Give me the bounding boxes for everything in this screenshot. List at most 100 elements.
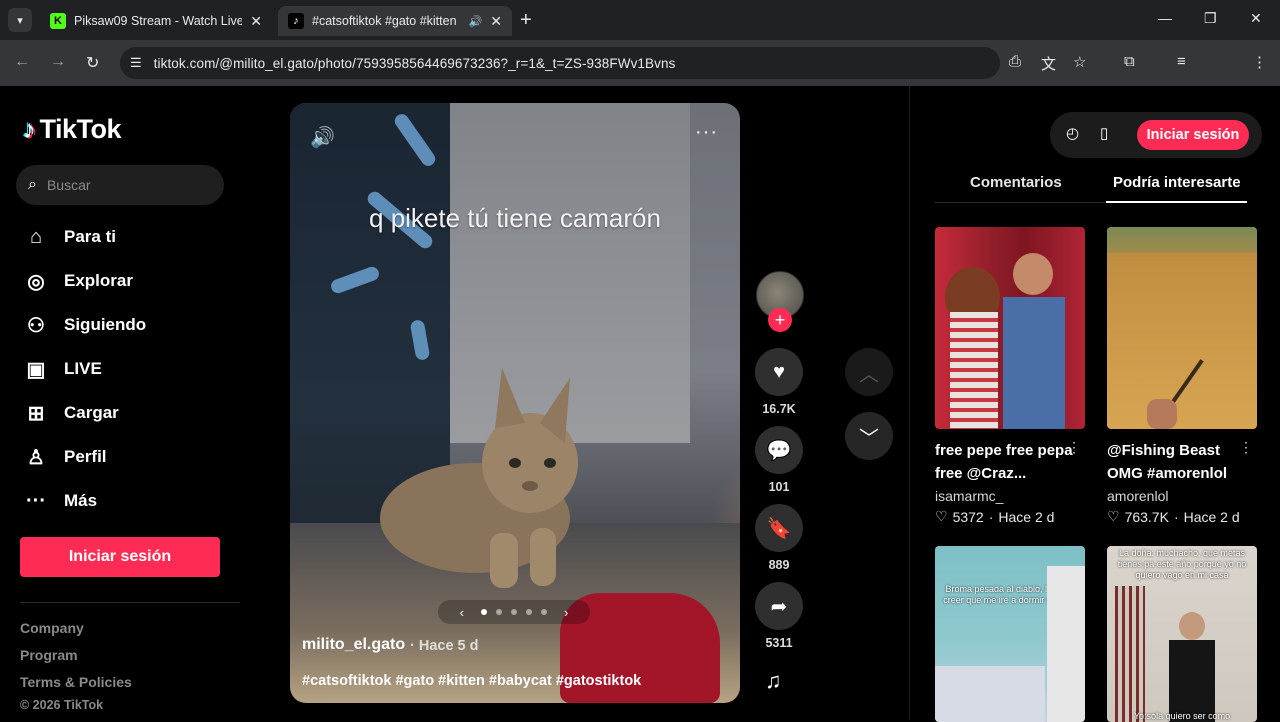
back-icon[interactable]: ← <box>14 53 30 71</box>
nav-item-siguiendo[interactable]: ⚇ Siguiendo <box>22 307 146 343</box>
card-more-icon[interactable]: ⋮ <box>1239 439 1253 456</box>
slide-dot[interactable] <box>526 609 532 615</box>
video-thumbnail[interactable]: Broma pesada al diablo, le hago creer qu… <box>935 546 1085 722</box>
save-count: 889 <box>768 558 790 572</box>
new-tab-icon[interactable]: + <box>520 9 532 32</box>
tab-search-icon[interactable]: ▾ <box>8 8 32 32</box>
nav-item-cargar[interactable]: ⊞ Cargar <box>22 395 119 431</box>
post-hashtags[interactable]: #catsoftiktok #gato #kitten #babycat #ga… <box>302 673 641 689</box>
tab-title: Piksaw09 Stream - Watch Live o <box>74 14 243 28</box>
bookmark-star-icon[interactable]: ☆ <box>1073 53 1086 71</box>
prev-slide-icon[interactable]: ‹ <box>460 605 464 620</box>
footer-link-program[interactable]: Program <box>20 647 78 663</box>
card-username[interactable]: isamarmc_ <box>935 488 1085 504</box>
restore-icon[interactable]: ❐ <box>1204 10 1217 27</box>
top-actions-pill: ◴ ▯ Iniciar sesión <box>1050 112 1262 158</box>
post-media[interactable]: q pikete tú tiene camarón 🔊 ··· ‹ › mili… <box>290 103 740 703</box>
copyright-text: © 2026 TikTok <box>20 698 104 712</box>
translate-icon[interactable]: 文 <box>1041 53 1056 74</box>
search-input[interactable] <box>46 177 197 193</box>
video-thumbnail[interactable] <box>1107 227 1257 429</box>
like-count: 16.7K <box>762 402 796 416</box>
like-button[interactable]: ♥ <box>755 348 803 396</box>
browser-menu-icon[interactable]: ⋮ <box>1252 53 1267 71</box>
follow-plus-icon[interactable]: + <box>768 308 792 332</box>
tab-podria-interesarte[interactable]: Podría interesarte <box>1113 174 1241 191</box>
search-box[interactable]: ⌕ <box>16 165 224 205</box>
next-post-button[interactable]: ﹀ <box>845 412 893 460</box>
volume-icon[interactable]: 🔊 <box>310 125 335 150</box>
slide-dot[interactable] <box>481 609 487 615</box>
nav-label: Explorar <box>64 271 133 290</box>
login-button-top[interactable]: Iniciar sesión <box>1137 120 1249 150</box>
minimize-icon[interactable]: — <box>1158 10 1172 26</box>
nav-item-explorar[interactable]: ◎ Explorar <box>22 263 133 299</box>
card-title[interactable]: @Fishing Beast OMG #amorenlol <box>1107 439 1247 485</box>
forward-icon[interactable]: → <box>50 53 66 71</box>
sound-disc-icon[interactable]: ♫ <box>765 668 782 694</box>
suggested-video-card[interactable]: Broma pesada al diablo, le hago creer qu… <box>935 546 1085 722</box>
login-button[interactable]: Iniciar sesión <box>20 537 220 577</box>
footer-link-company[interactable]: Company <box>20 620 84 636</box>
share-button[interactable]: ➦ <box>755 582 803 630</box>
browser-tab-tiktok[interactable]: ♪ #catsoftiktok #gato #kitten 🔊 ✕ <box>278 6 512 36</box>
save-button[interactable]: 🔖 <box>755 504 803 552</box>
post-author[interactable]: milito_el.gato <box>302 636 405 654</box>
extensions-icon[interactable]: ⧉ <box>1124 53 1135 70</box>
suggested-video-card[interactable]: free pepe free pepa free @Craz... ⋮ isam… <box>935 227 1085 525</box>
nav-item-live[interactable]: ▣ LIVE <box>22 351 102 387</box>
card-username[interactable]: amorenlol <box>1107 488 1257 504</box>
close-tab-icon[interactable]: ✕ <box>490 13 502 30</box>
site-info-icon[interactable]: ☰ <box>130 55 142 71</box>
footer-link-terms[interactable]: Terms & Policies <box>20 674 132 690</box>
following-icon: ⚇ <box>27 314 45 337</box>
slide-dot[interactable] <box>541 609 547 615</box>
tab-comentarios[interactable]: Comentarios <box>970 174 1062 191</box>
next-slide-icon[interactable]: › <box>564 605 568 620</box>
post-caption-overlay: q pikete tú tiene camarón <box>369 203 661 233</box>
logo-text: TikTok <box>39 114 122 144</box>
browser-tab-kick[interactable]: K Piksaw09 Stream - Watch Live o ✕ <box>40 6 272 36</box>
video-thumbnail[interactable]: La doña: muchacho, que metas tienes pa e… <box>1107 546 1257 722</box>
card-title[interactable]: free pepe free pepa free @Craz... <box>935 439 1075 485</box>
slide-dot[interactable] <box>496 609 502 615</box>
more-options-icon[interactable]: ··· <box>695 121 718 144</box>
previous-post-button[interactable]: ︿ <box>845 348 893 396</box>
heart-outline-icon: ♡ <box>1107 508 1120 524</box>
upload-icon: ⊞ <box>27 402 45 425</box>
profile-icon: ♙ <box>27 446 45 469</box>
slide-pager: ‹ › <box>438 600 590 624</box>
close-tab-icon[interactable]: ✕ <box>250 13 262 30</box>
chevron-down-icon: ﹀ <box>859 427 879 450</box>
suggested-video-card[interactable]: La doña: muchacho, que metas tienes pa e… <box>1107 546 1257 722</box>
card-more-icon[interactable]: ⋮ <box>1067 439 1081 456</box>
url-field[interactable]: ☰ tiktok.com/@milito_el.gato/photo/75939… <box>120 47 1000 79</box>
media-control-icon[interactable]: ≡ <box>1177 53 1186 70</box>
card-time: Hace 2 d <box>1183 508 1240 525</box>
video-thumbnail[interactable] <box>935 227 1085 429</box>
search-icon: ⌕ <box>28 176 37 193</box>
nav-item-para-ti[interactable]: ⌂ Para ti <box>22 219 116 255</box>
tiktok-coin-icon[interactable]: ◴ <box>1066 124 1079 142</box>
window-close-icon[interactable]: ✕ <box>1250 10 1262 27</box>
card-likes: 5372 <box>952 508 984 525</box>
audio-playing-icon[interactable]: 🔊 <box>469 15 483 28</box>
slide-dot[interactable] <box>511 609 517 615</box>
comment-count: 101 <box>768 480 790 494</box>
bookmark-icon: 🔖 <box>766 517 792 540</box>
nav-item-perfil[interactable]: ♙ Perfil <box>22 439 107 475</box>
nav-label: Más <box>64 491 98 510</box>
nav-label: LIVE <box>64 359 102 378</box>
reload-icon[interactable]: ↻ <box>86 53 99 73</box>
tiktok-logo[interactable]: ♪ TikTok <box>23 114 122 145</box>
comment-button[interactable]: 💬 <box>755 426 803 474</box>
kick-favicon-icon: K <box>50 13 66 29</box>
thumbnail-overlay-text: La doña: muchacho, que metas tienes pa e… <box>1117 548 1247 580</box>
card-stats: ♡ 5372 · Hace 2 d <box>935 508 1085 525</box>
share-arrow-icon: ➦ <box>770 595 788 618</box>
phone-app-icon[interactable]: ▯ <box>1100 124 1108 142</box>
install-app-icon[interactable]: ⎙ <box>1009 53 1021 70</box>
right-panel: ◴ ▯ Iniciar sesión Comentarios Podría in… <box>909 86 1280 722</box>
suggested-video-card[interactable]: @Fishing Beast OMG #amorenlol ⋮ amorenlo… <box>1107 227 1257 525</box>
nav-item-mas[interactable]: ··· Más <box>22 483 97 519</box>
